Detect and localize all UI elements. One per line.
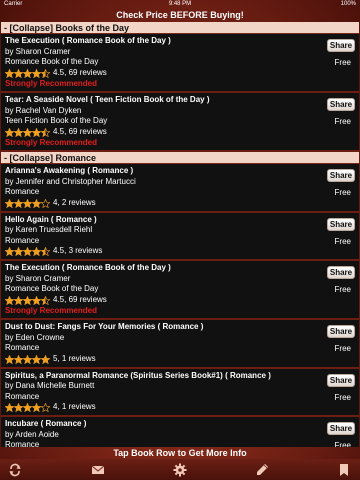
book-category: Romance [5, 187, 40, 196]
rating: 4, 2 reviews [5, 198, 355, 209]
share-button[interactable]: Share [327, 422, 355, 435]
rating: 4.5, 69 reviews [5, 68, 355, 79]
book-author: by Arden Aoide [5, 429, 59, 439]
battery-label: 100% [340, 1, 356, 7]
book-row[interactable]: Spiritus, a Paranormal Romance (Spiritus… [1, 368, 359, 417]
book-category: Romance Book of the Day [5, 284, 99, 293]
book-category: Romance [5, 235, 40, 245]
rating-text: 4.5, 69 reviews [53, 294, 107, 304]
rating: 5, 1 reviews [5, 354, 355, 365]
section-header[interactable]: - [Collapse] Books of the Day [1, 22, 359, 34]
rating-text: 4.5, 3 reviews [53, 246, 103, 256]
star-rating-icon [5, 127, 50, 137]
price-warning-banner: Check Price BEFORE Buying! [116, 10, 244, 20]
bottom-toolbar [0, 459, 360, 480]
status-time: 9:48 PM [168, 1, 192, 7]
book-row[interactable]: The Execution ( Romance Book of the Day … [1, 34, 359, 93]
share-button[interactable]: Share [327, 266, 355, 279]
book-row[interactable]: The Execution ( Romance Book of the Day … [1, 261, 359, 320]
book-category: Romance [5, 343, 40, 352]
share-button[interactable]: Share [327, 39, 355, 52]
share-button[interactable]: Share [327, 325, 355, 338]
book-author: by Dana Michelle Burnett [5, 381, 95, 390]
star-rating-icon [5, 295, 50, 305]
book-row[interactable]: Incubare ( Romance ) by Arden Aoide Roma… [1, 417, 359, 447]
refresh-icon[interactable] [8, 463, 22, 477]
rating-text: 4, 2 reviews [53, 197, 96, 207]
rating: 4.5, 69 reviews [5, 295, 355, 306]
book-title: Spiritus, a Paranormal Romance (Spiritus… [5, 370, 271, 380]
status-bar: Carrier 9:48 PM 100% [0, 0, 360, 9]
book-author: by Eden Crowne [5, 332, 65, 342]
bookmark-icon[interactable] [337, 463, 351, 477]
tap-info-banner: Tap Book Row to Get More Info [113, 448, 247, 458]
share-button[interactable]: Share [327, 169, 355, 182]
recommended-label: Strongly Recommended [5, 137, 98, 147]
recommended-label: Strongly Recommended [5, 305, 98, 315]
book-author: by Sharon Cramer [5, 273, 71, 283]
book-title: Incubare ( Romance ) [5, 419, 87, 428]
rating-text: 4.5, 69 reviews [53, 67, 107, 77]
book-list[interactable]: - [Collapse] Books of the Day The Execut… [0, 22, 360, 447]
book-row[interactable]: Arianna's Awakening ( Romance ) by Jenni… [1, 164, 359, 213]
mail-icon[interactable] [91, 463, 105, 477]
rating-text: 5, 1 reviews [53, 353, 96, 363]
book-author: by Rachel Van Dyken [5, 105, 82, 115]
star-rating-icon [5, 247, 50, 256]
book-category: Teen Fiction Book of the Day [5, 116, 108, 125]
recommended-label: Strongly Recommended [5, 78, 98, 88]
book-category: Romance [5, 391, 40, 401]
book-author: by Jennifer and Christopher Martucci [5, 176, 136, 186]
edit-pencil-icon[interactable] [255, 463, 269, 477]
book-row[interactable]: Hello Again ( Romance ) by Karen Truesde… [1, 212, 359, 261]
star-rating-icon [5, 403, 50, 412]
price-label: Free [334, 285, 351, 294]
star-rating-icon [5, 198, 50, 208]
rating-text: 4, 1 reviews [53, 402, 96, 412]
settings-gear-icon[interactable] [173, 463, 187, 477]
price-label: Free [334, 58, 351, 67]
price-label: Free [334, 392, 351, 402]
section-header[interactable]: - [Collapse] Romance [1, 152, 359, 164]
book-row[interactable]: Dust to Dust: Fangs For Your Memories ( … [1, 320, 359, 369]
star-rating-icon [5, 354, 50, 364]
book-title: Arianna's Awakening ( Romance ) [5, 166, 134, 175]
rating: 4.5, 3 reviews [5, 246, 355, 257]
rating-text: 4.5, 69 reviews [53, 126, 107, 136]
book-title: Dust to Dust: Fangs For Your Memories ( … [5, 322, 204, 331]
price-label: Free [334, 236, 351, 246]
star-rating-icon [5, 68, 50, 78]
rating: 4, 1 reviews [5, 402, 355, 413]
rating: 4.5, 69 reviews [5, 127, 355, 138]
share-button[interactable]: Share [327, 373, 355, 387]
book-row[interactable]: Tear: A Seaside Novel ( Teen Fiction Boo… [1, 93, 359, 152]
book-title: Tear: A Seaside Novel ( Teen Fiction Boo… [5, 95, 210, 104]
book-author: by Sharon Cramer [5, 46, 71, 56]
book-title: The Execution ( Romance Book of the Day … [5, 36, 171, 45]
book-author: by Karen Truesdell Riehl [5, 225, 93, 234]
book-title: The Execution ( Romance Book of the Day … [5, 263, 171, 272]
price-label: Free [334, 188, 351, 197]
price-label: Free [334, 117, 351, 126]
book-category: Romance Book of the Day [5, 57, 99, 66]
book-category: Romance [5, 440, 40, 447]
share-button[interactable]: Share [327, 217, 355, 231]
share-button[interactable]: Share [327, 98, 355, 111]
book-title: Hello Again ( Romance ) [5, 214, 97, 224]
price-label: Free [334, 344, 351, 353]
